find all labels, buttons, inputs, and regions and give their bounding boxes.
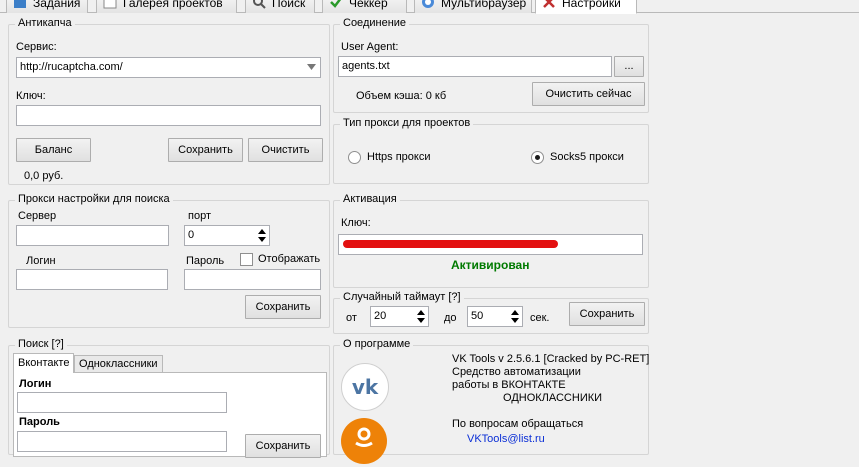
balance-button[interactable]: Баланс (16, 138, 91, 162)
timeout-to-value: 50 (471, 310, 484, 322)
timeout-from-value: 20 (374, 310, 387, 322)
tab-settings[interactable]: Настройки (535, 0, 637, 14)
timeout-unit-label: сек. (530, 312, 550, 324)
about-desc-line3: ОДНОКЛАССНИКИ (503, 392, 603, 404)
vk-logo-text: vk (351, 375, 379, 399)
stepper-arrows-icon[interactable] (257, 227, 267, 244)
timeout-legend: Случайный таймаут [?] (340, 291, 464, 303)
clear-cache-button[interactable]: Очистить сейчас (532, 82, 645, 106)
timeout-from-stepper[interactable]: 20 (370, 306, 429, 327)
settings-icon (543, 0, 555, 8)
anticaptcha-clear-button[interactable]: Очистить (248, 138, 323, 162)
timeout-save-button[interactable]: Сохранить (569, 302, 645, 326)
service-label: Сервис: (16, 41, 57, 53)
proxy-port-stepper[interactable]: 0 (184, 225, 270, 246)
anticaptcha-save-button[interactable]: Сохранить (168, 138, 243, 162)
timeout-from-label: от (346, 312, 357, 324)
subtab-odnoklassniki[interactable]: Одноклассники (74, 355, 163, 372)
service-select-value: http://rucaptcha.com/ (20, 61, 123, 73)
about-contact-label: По вопросам обращаться (452, 418, 584, 430)
subtab-vkontakte[interactable]: Вконтакте (13, 353, 75, 373)
proxy-login-field[interactable] (16, 269, 168, 290)
about-version: VK Tools v 2.5.6.1 [Cracked by PC-RET] (452, 353, 650, 365)
about-legend: О программе (340, 338, 414, 350)
key-label: Ключ: (16, 90, 46, 102)
search-proxy-legend: Прокси настройки для поиска (15, 193, 173, 205)
cache-size-label: Объем кэша: 0 кб (356, 90, 447, 102)
tab-label: Чеккер (349, 0, 388, 10)
browse-button[interactable]: ... (614, 56, 644, 77)
tab-gallery[interactable]: Галерея проектов (96, 0, 237, 13)
https-proxy-radio[interactable] (348, 151, 361, 164)
show-password-checkbox[interactable] (240, 253, 253, 266)
checker-icon (330, 0, 342, 8)
tab-search[interactable]: Поиск (245, 0, 315, 13)
tab-label: Поиск (272, 0, 306, 10)
search-icon (253, 0, 266, 9)
https-proxy-label: Https прокси (367, 151, 431, 163)
search-login-field[interactable] (17, 392, 227, 413)
proxy-password-field[interactable] (184, 269, 321, 290)
port-label: порт (188, 210, 211, 222)
proxy-type-legend: Тип прокси для проектов (340, 117, 474, 129)
socks5-proxy-label: Socks5 прокси (550, 151, 624, 163)
vk-logo-icon: vk (341, 363, 389, 411)
search-password-field[interactable] (17, 431, 227, 452)
ok-logo-icon (341, 418, 387, 464)
activation-status: Активирован (451, 258, 530, 272)
timeout-to-stepper[interactable]: 50 (467, 306, 523, 327)
search-login-label: Логин (19, 378, 52, 390)
proxy-server-field[interactable] (16, 225, 169, 246)
proxy-login-label: Логин (26, 255, 56, 267)
search-password-label: Пароль (19, 416, 60, 428)
gallery-icon (103, 0, 117, 9)
anticaptcha-key-field[interactable] (16, 105, 321, 126)
tab-checker[interactable]: Чеккер (322, 0, 407, 13)
about-desc-line2: работы в ВКОНТАКТЕ (452, 379, 566, 391)
about-desc-line1: Средство автоматизации (452, 366, 581, 378)
tasks-icon (14, 0, 26, 8)
tab-label: Задания (33, 0, 81, 10)
activation-legend: Активация (340, 193, 400, 205)
search-save-button[interactable]: Сохранить (245, 434, 321, 458)
tab-tasks[interactable]: Задания (6, 0, 88, 13)
service-select[interactable]: http://rucaptcha.com/ (16, 57, 321, 78)
main-tab-strip: Задания Галерея проектов Поиск Чеккер Му… (0, 0, 859, 14)
stepper-arrows-icon[interactable] (510, 308, 520, 325)
multibrowser-icon (422, 0, 434, 8)
tab-multibrowser[interactable]: Мультибраузер (414, 0, 532, 13)
chevron-down-icon (307, 64, 316, 70)
tab-label: Настройки (562, 0, 621, 10)
socks5-proxy-radio[interactable] (531, 151, 544, 164)
balance-value: 0,0 руб. (24, 170, 64, 182)
user-agent-label: User Agent: (341, 41, 399, 53)
user-agent-field[interactable]: agents.txt (338, 56, 612, 77)
about-email-link[interactable]: VKTools@list.ru (467, 433, 545, 445)
proxy-save-button[interactable]: Сохранить (245, 295, 321, 319)
show-password-label: Отображать (258, 253, 321, 265)
tab-label: Мультибраузер (441, 0, 527, 10)
tab-label: Галерея проектов (123, 0, 223, 10)
timeout-to-label: до (444, 312, 457, 324)
activation-key-label: Ключ: (341, 217, 371, 229)
connection-legend: Соединение (340, 17, 410, 29)
server-label: Сервер (18, 210, 57, 222)
proxy-password-label: Пароль (186, 255, 225, 267)
redacted-key-mark (343, 240, 558, 248)
anticaptcha-legend: Антикапча (15, 17, 75, 29)
port-value: 0 (188, 229, 195, 241)
search-legend: Поиск [?] (15, 338, 67, 350)
stepper-arrows-icon[interactable] (416, 308, 426, 325)
activation-key-field[interactable] (338, 234, 643, 255)
